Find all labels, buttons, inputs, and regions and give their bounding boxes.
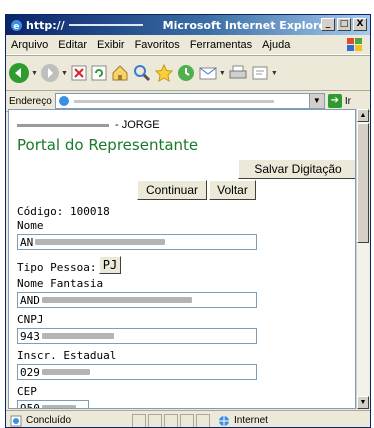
cep-label: CEP	[17, 385, 37, 398]
nome-fantasia-label: Nome Fantasia	[17, 277, 104, 290]
search-button[interactable]	[132, 60, 152, 86]
mail-button[interactable]: ▼	[198, 60, 226, 86]
internet-globe-icon	[219, 415, 229, 426]
status-segment	[196, 413, 210, 427]
home-icon	[112, 65, 128, 81]
edit-button[interactable]: ▼	[250, 60, 278, 86]
status-segment	[132, 413, 146, 427]
forward-icon	[40, 64, 59, 82]
nome-fantasia-value: AND	[20, 293, 40, 307]
cep-redacted	[41, 405, 76, 408]
search-icon	[133, 65, 150, 82]
scroll-thumb[interactable]	[357, 123, 369, 243]
codigo-text: Código: 100018	[17, 205, 110, 218]
status-segment	[148, 413, 162, 427]
tipo-pessoa-button[interactable]: PJ	[99, 256, 121, 274]
inscr-estadual-input[interactable]: 029	[17, 364, 257, 380]
mail-dropdown-icon[interactable]: ▼	[219, 70, 226, 77]
mail-icon	[199, 67, 217, 80]
page-icon	[58, 96, 69, 106]
cnpj-redacted	[41, 333, 114, 339]
status-segment	[180, 413, 194, 427]
toolbar: ▼ ▼ ▼ ▼	[6, 55, 370, 91]
scroll-up-icon[interactable]: ▲	[357, 109, 369, 122]
print-icon	[229, 65, 247, 79]
cep-value: 950	[20, 401, 40, 409]
edit-icon	[252, 66, 268, 80]
nome-value: AN	[20, 235, 34, 249]
windows-logo-icon	[344, 36, 366, 53]
svg-text:e: e	[13, 22, 19, 32]
back-button[interactable]: ▼	[8, 60, 38, 86]
refresh-button[interactable]	[90, 60, 108, 86]
user-line: - JORGE	[17, 118, 347, 132]
address-input[interactable]: ▼	[54, 93, 325, 109]
favorites-icon	[154, 63, 173, 82]
menu-favoritos[interactable]: Favoritos	[130, 39, 185, 51]
nome-fantasia-redacted	[41, 297, 192, 303]
inscr-estadual-redacted	[41, 369, 90, 375]
menu-editar[interactable]: Editar	[53, 39, 92, 51]
inscr-estadual-label: Inscr. Estadual	[17, 349, 117, 362]
zone-label: Internet	[234, 415, 268, 426]
minimize-button[interactable]: _	[321, 18, 335, 31]
status-bar: Concluído Internet	[6, 410, 370, 427]
close-button[interactable]: X	[353, 18, 367, 31]
user-name-redacted	[17, 123, 109, 127]
address-label: Endereço	[9, 95, 52, 107]
forward-dropdown-icon[interactable]: ▼	[61, 70, 68, 77]
go-button[interactable]: Ir	[345, 96, 351, 107]
ie-icon: e	[9, 18, 23, 32]
title-bar: e http:// Microsoft Internet Explorer _ …	[6, 15, 370, 35]
cnpj-input[interactable]: 943	[17, 328, 257, 344]
stop-icon	[71, 65, 87, 81]
refresh-icon	[91, 65, 107, 81]
status-segment	[164, 413, 178, 427]
tipo-pessoa-label: Tipo Pessoa:	[17, 261, 97, 274]
nome-redacted	[35, 239, 166, 245]
history-button[interactable]	[176, 60, 196, 86]
nome-input[interactable]: AN	[17, 234, 257, 250]
forward-button[interactable]: ▼	[40, 60, 68, 86]
cep-input[interactable]: 950	[17, 400, 89, 409]
inscr-estadual-value: 029	[20, 365, 40, 379]
title-url: http://	[26, 18, 65, 32]
browser-window: e http:// Microsoft Internet Explorer _ …	[5, 14, 371, 428]
status-text: Concluído	[26, 415, 72, 426]
go-icon[interactable]: ➔	[327, 94, 342, 108]
history-icon	[177, 65, 194, 81]
page-content: - JORGE Portal do Representante Salvar D…	[8, 109, 356, 409]
menu-ferramentas[interactable]: Ferramentas	[185, 39, 257, 51]
favorites-button[interactable]	[154, 60, 174, 86]
salvar-digitacao-button[interactable]: Salvar Digitação	[238, 159, 355, 179]
done-page-icon	[10, 415, 22, 426]
back-icon	[9, 63, 29, 83]
window-title: Microsoft Internet Explorer	[162, 18, 332, 32]
security-zone: Internet	[218, 415, 268, 427]
address-redacted	[73, 99, 274, 103]
cnpj-label: CNPJ	[17, 313, 44, 326]
page-title: Portal do Representante	[17, 136, 199, 154]
cnpj-value: 943	[20, 329, 40, 343]
menu-bar: Arquivo Editar Exibir Favoritos Ferramen…	[6, 35, 370, 55]
vertical-scrollbar[interactable]: ▲ ▼	[356, 109, 369, 409]
print-button[interactable]	[228, 60, 248, 86]
menu-exibir[interactable]: Exibir	[92, 39, 130, 51]
menu-ajuda[interactable]: Ajuda	[257, 39, 295, 51]
voltar-button[interactable]: Voltar	[209, 180, 256, 200]
user-suffix: - JORGE	[115, 119, 160, 131]
home-button[interactable]	[110, 60, 130, 86]
scroll-down-icon[interactable]: ▼	[357, 396, 369, 409]
nome-label: Nome	[17, 219, 44, 232]
maximize-button[interactable]: □	[337, 18, 351, 31]
stop-button[interactable]	[70, 60, 88, 86]
edit-dropdown-icon[interactable]: ▼	[271, 70, 278, 77]
continuar-button[interactable]: Continuar	[137, 180, 207, 200]
address-dropdown-icon[interactable]: ▼	[308, 94, 324, 108]
menu-arquivo[interactable]: Arquivo	[6, 39, 53, 51]
back-dropdown-icon[interactable]: ▼	[31, 70, 38, 77]
nome-fantasia-input[interactable]: AND	[17, 292, 257, 308]
title-url-redacted	[68, 24, 143, 26]
